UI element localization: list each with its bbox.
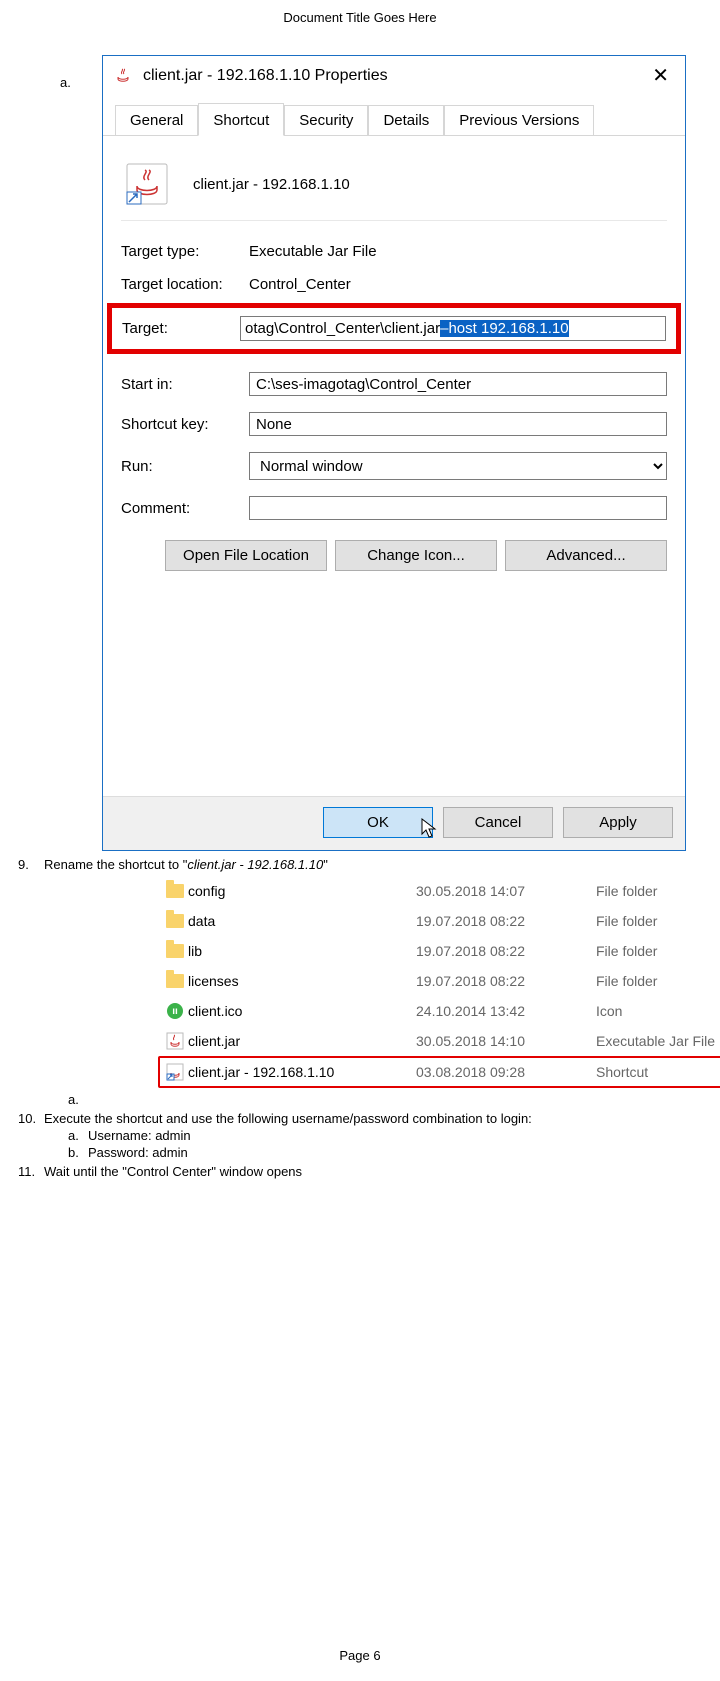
step-9-filename: client.jar - 192.168.1.10 bbox=[187, 857, 323, 872]
titlebar: client.jar - 192.168.1.10 Properties ✕ bbox=[103, 56, 685, 96]
file-date: 30.05.2018 14:10 bbox=[416, 1033, 596, 1049]
step-9-prefix: Rename the shortcut to " bbox=[44, 857, 187, 872]
step-10: Execute the shortcut and use the followi… bbox=[12, 1111, 708, 1160]
window-title: client.jar - 192.168.1.10 Properties bbox=[143, 67, 388, 85]
step-10-text: Execute the shortcut and use the followi… bbox=[44, 1111, 532, 1126]
file-row[interactable]: config30.05.2018 14:07File folder bbox=[162, 876, 720, 906]
cancel-button[interactable]: Cancel bbox=[443, 807, 553, 838]
explorer-listing: config30.05.2018 14:07File folderdata19.… bbox=[162, 876, 720, 1088]
jar-icon bbox=[113, 66, 133, 86]
highlighted-target-row: Target: otag\Control_Center\client.jar –… bbox=[107, 303, 681, 354]
instruction-list: Rename the shortcut to "client.jar - 192… bbox=[12, 857, 708, 1179]
file-name: client.jar - 192.168.1.10 bbox=[188, 1064, 416, 1080]
comment-input[interactable] bbox=[249, 496, 667, 520]
value-target-type: Executable Jar File bbox=[249, 243, 377, 260]
page-header: Document Title Goes Here bbox=[12, 10, 708, 25]
label-run: Run: bbox=[121, 458, 249, 475]
file-type: Shortcut bbox=[596, 1064, 648, 1080]
shortcut-button-row: Open File Location Change Icon... Advanc… bbox=[121, 538, 667, 581]
label-target: Target: bbox=[122, 320, 240, 337]
file-type: Executable Jar File bbox=[596, 1033, 715, 1049]
tab-security[interactable]: Security bbox=[284, 105, 368, 135]
tab-general[interactable]: General bbox=[115, 105, 198, 135]
shortcut-icon bbox=[166, 1063, 184, 1081]
step-9a-empty bbox=[44, 1092, 708, 1107]
file-date: 03.08.2018 09:28 bbox=[416, 1064, 596, 1080]
folder-icon bbox=[166, 944, 184, 958]
step-10a: Username: admin bbox=[44, 1128, 708, 1143]
file-name: client.ico bbox=[188, 1003, 416, 1019]
folder-icon bbox=[166, 884, 184, 898]
close-icon[interactable]: ✕ bbox=[644, 62, 677, 90]
properties-dialog: client.jar - 192.168.1.10 Properties ✕ G… bbox=[102, 55, 686, 851]
tab-shortcut[interactable]: Shortcut bbox=[198, 103, 284, 136]
file-row[interactable]: ıı client.ico24.10.2014 13:42Icon bbox=[162, 996, 720, 1026]
file-date: 19.07.2018 08:22 bbox=[416, 973, 596, 989]
file-name: config bbox=[188, 883, 416, 899]
dialog-footer: OK Cancel Apply bbox=[103, 796, 685, 850]
step-10-sublist: Username: admin Password: admin bbox=[44, 1128, 708, 1160]
folder-icon bbox=[166, 974, 184, 988]
target-value-prefix: otag\Control_Center\client.jar bbox=[245, 320, 440, 337]
tab-previous-versions[interactable]: Previous Versions bbox=[444, 105, 594, 135]
file-date: 19.07.2018 08:22 bbox=[416, 913, 596, 929]
tab-details[interactable]: Details bbox=[368, 105, 444, 135]
row-target-location: Target location: Control_Center bbox=[121, 268, 667, 301]
row-shortcut-key: Shortcut key: bbox=[121, 404, 667, 444]
row-comment: Comment: bbox=[121, 488, 667, 528]
target-value-selection: –host 192.168.1.10 bbox=[440, 320, 568, 337]
file-name: client.jar bbox=[188, 1033, 416, 1049]
jar-icon bbox=[166, 1032, 184, 1050]
cursor-icon bbox=[420, 818, 438, 840]
step-10b: Password: admin bbox=[44, 1145, 708, 1160]
row-start-in: Start in: bbox=[121, 364, 667, 404]
row-run: Run: Normal window bbox=[121, 444, 667, 488]
file-type: File folder bbox=[596, 943, 657, 959]
change-icon-button[interactable]: Change Icon... bbox=[335, 540, 497, 571]
file-type: File folder bbox=[596, 973, 657, 989]
step-9-suffix: " bbox=[323, 857, 328, 872]
jar-shortcut-icon bbox=[125, 162, 169, 206]
file-header: client.jar - 192.168.1.10 bbox=[121, 154, 667, 221]
step-9: Rename the shortcut to "client.jar - 192… bbox=[12, 857, 708, 1107]
open-file-location-button[interactable]: Open File Location bbox=[165, 540, 327, 571]
advanced-button[interactable]: Advanced... bbox=[505, 540, 667, 571]
apply-button[interactable]: Apply bbox=[563, 807, 673, 838]
ok-label: OK bbox=[367, 814, 389, 831]
step-11: Wait until the "Control Center" window o… bbox=[12, 1164, 708, 1179]
file-name: lib bbox=[188, 943, 416, 959]
shortcut-key-input[interactable] bbox=[249, 412, 667, 436]
file-date: 30.05.2018 14:07 bbox=[416, 883, 596, 899]
target-input[interactable]: otag\Control_Center\client.jar –host 192… bbox=[240, 316, 666, 341]
step-9-sublist bbox=[44, 1092, 708, 1107]
value-target-location: Control_Center bbox=[249, 276, 351, 293]
dialog-empty-space bbox=[121, 581, 667, 796]
ico-icon: ıı bbox=[167, 1003, 183, 1019]
start-in-input[interactable] bbox=[249, 372, 667, 396]
row-target-type: Target type: Executable Jar File bbox=[121, 235, 667, 268]
file-row[interactable]: client.jar30.05.2018 14:10Executable Jar… bbox=[162, 1026, 720, 1056]
label-target-type: Target type: bbox=[121, 243, 249, 260]
file-date: 19.07.2018 08:22 bbox=[416, 943, 596, 959]
file-row[interactable]: lib19.07.2018 08:22File folder bbox=[162, 936, 720, 966]
file-name: data bbox=[188, 913, 416, 929]
file-row[interactable]: client.jar - 192.168.1.1003.08.2018 09:2… bbox=[158, 1056, 720, 1088]
file-date: 24.10.2014 13:42 bbox=[416, 1003, 596, 1019]
label-start-in: Start in: bbox=[121, 376, 249, 393]
tabs: General Shortcut Security Details Previo… bbox=[103, 102, 685, 136]
label-shortcut-key: Shortcut key: bbox=[121, 416, 249, 433]
file-row[interactable]: data19.07.2018 08:22File folder bbox=[162, 906, 720, 936]
file-type: File folder bbox=[596, 883, 657, 899]
folder-icon bbox=[166, 914, 184, 928]
file-row[interactable]: licenses19.07.2018 08:22File folder bbox=[162, 966, 720, 996]
run-select[interactable]: Normal window bbox=[249, 452, 667, 480]
ok-button[interactable]: OK bbox=[323, 807, 433, 838]
file-name: licenses bbox=[188, 973, 416, 989]
page-footer: Page 6 bbox=[0, 1648, 720, 1663]
file-type: File folder bbox=[596, 913, 657, 929]
file-type: Icon bbox=[596, 1003, 622, 1019]
label-target-location: Target location: bbox=[121, 276, 249, 293]
file-name-label: client.jar - 192.168.1.10 bbox=[193, 176, 350, 193]
label-comment: Comment: bbox=[121, 500, 249, 517]
